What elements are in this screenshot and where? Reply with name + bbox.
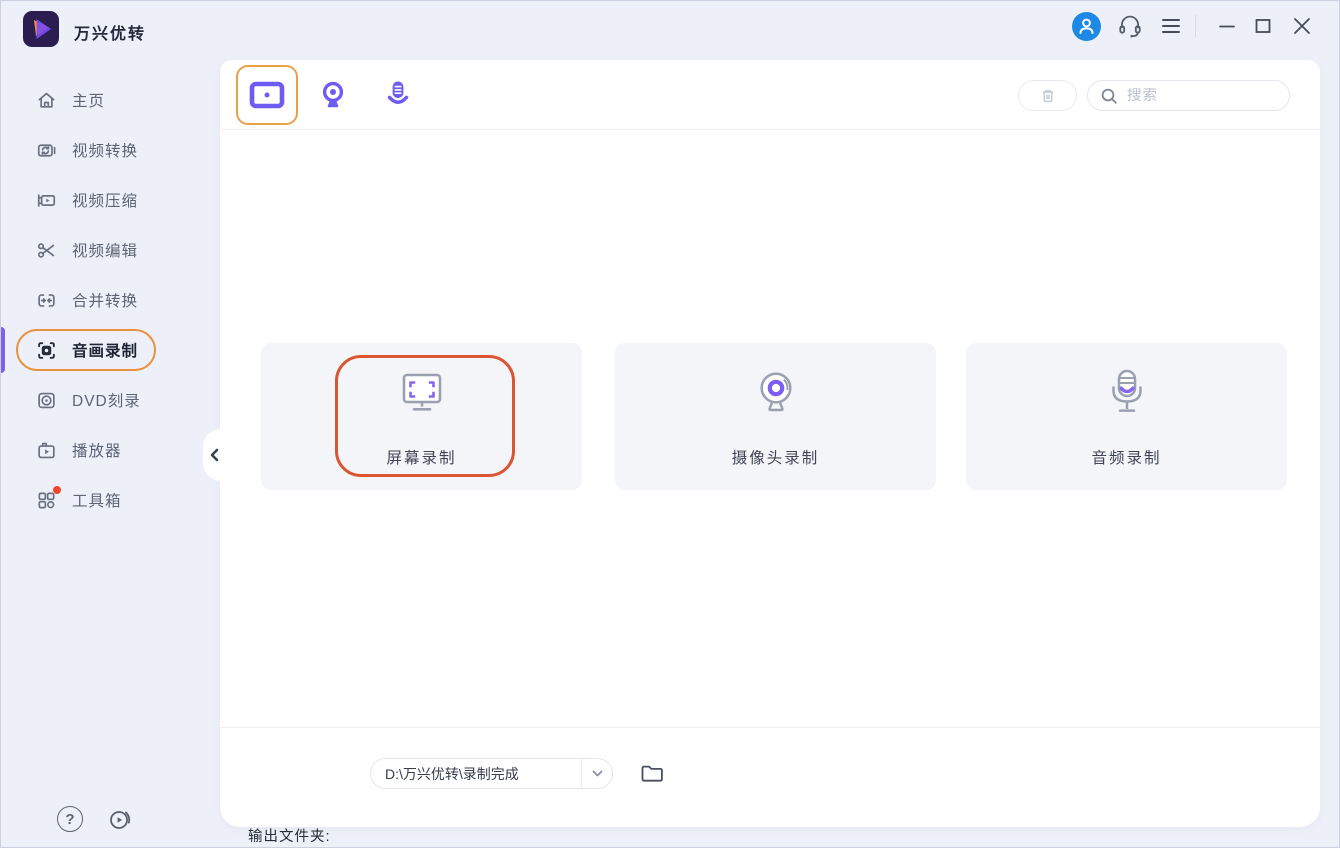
card-screen-record[interactable]: 屏幕录制 [261,343,582,490]
record-icon [36,340,57,361]
chevron-left-icon [210,448,219,462]
minimize-button[interactable] [1216,15,1238,37]
user-avatar[interactable] [1072,11,1101,41]
trash-icon [1042,89,1053,102]
sidebar-item-label: 播放器 [72,443,122,460]
sidebar-collapse-handle[interactable] [203,429,239,481]
output-folder-label: 输出文件夹: [248,829,331,845]
sidebar: 主页 视频转换 视频压缩 视频编辑 合并转换 音画录制 DVD刻录 播放器 工具… [0,60,220,848]
sidebar-item-video-compress[interactable]: 视频压缩 [0,175,220,225]
clear-list-button[interactable] [1018,80,1077,111]
open-folder-button[interactable] [639,761,665,785]
active-indicator [0,327,5,373]
toolbox-icon [36,485,61,511]
card-label: 摄像头录制 [731,450,820,467]
folder-icon [641,765,663,782]
home-icon [36,90,57,111]
video-tutorial-icon [109,811,130,829]
menu-icon[interactable] [1160,16,1182,36]
sidebar-item-label: 工具箱 [72,493,122,510]
headset-icon[interactable] [1116,12,1144,40]
card-label: 屏幕录制 [386,450,457,467]
sidebar-item-home[interactable]: 主页 [0,75,220,125]
app-logo-icon [22,10,60,48]
card-webcam-record[interactable]: 摄像头录制 [615,343,936,490]
sidebar-item-merge-convert[interactable]: 合并转换 [0,275,220,325]
screen-record-icon [249,81,285,109]
dropdown-toggle[interactable] [581,759,612,788]
video-convert-icon [36,140,57,161]
main-panel: 屏幕录制 摄像头录制 音频录制 输出文件夹: [220,60,1320,845]
sidebar-item-label: 主页 [72,93,106,110]
microphone-icon [966,365,1287,421]
scissors-icon [36,240,57,261]
audio-record-icon [387,81,409,105]
maximize-button[interactable] [1252,15,1274,37]
sidebar-item-label: 视频转换 [72,143,139,160]
sidebar-item-label: 视频压缩 [72,193,139,210]
output-folder-path: D:\万兴优转\录制完成 [385,765,519,782]
webcam-record-icon [322,81,344,108]
card-audio-record[interactable]: 音频录制 [966,343,1287,490]
dvd-icon [36,390,57,411]
app-title: 万兴优转 [74,26,147,43]
sidebar-item-label: 合并转换 [72,293,139,310]
video-tutorial-button[interactable] [105,804,135,834]
sidebar-item-label: 音画录制 [72,343,139,360]
sidebar-item-label: 视频编辑 [72,243,139,260]
record-type-toolbar [220,60,1320,130]
footer-divider [220,727,1320,728]
search-icon [1101,88,1117,104]
output-folder-select[interactable]: D:\万兴优转\录制完成 [370,758,613,789]
search-input[interactable] [1127,87,1277,104]
webcam-icon [615,365,936,421]
sidebar-item-video-edit[interactable]: 视频编辑 [0,225,220,275]
close-button[interactable] [1290,14,1314,38]
screen-monitor-icon [261,365,582,421]
card-label: 音频录制 [1091,450,1162,467]
sidebar-item-record[interactable]: 音画录制 [0,325,220,375]
tab-webcam-record[interactable] [302,65,364,125]
sidebar-item-player[interactable]: 播放器 [0,425,220,475]
search-box [1087,80,1290,111]
sidebar-item-video-convert[interactable]: 视频转换 [0,125,220,175]
notification-badge [53,485,61,494]
question-mark-icon: ? [65,810,75,828]
tab-audio-record[interactable] [367,65,429,125]
chevron-down-icon [592,770,602,777]
sidebar-item-toolbox[interactable]: 工具箱 [0,475,220,525]
player-icon [36,440,57,461]
merge-icon [36,290,57,311]
video-compress-icon [36,190,57,211]
sidebar-item-dvd-burn[interactable]: DVD刻录 [0,375,220,425]
sidebar-item-label: DVD刻录 [72,393,141,410]
help-button[interactable]: ? [57,806,83,832]
tab-screen-record[interactable] [236,65,298,125]
titlebar-divider [1195,15,1196,37]
titlebar: 万兴优转 [0,0,1340,60]
